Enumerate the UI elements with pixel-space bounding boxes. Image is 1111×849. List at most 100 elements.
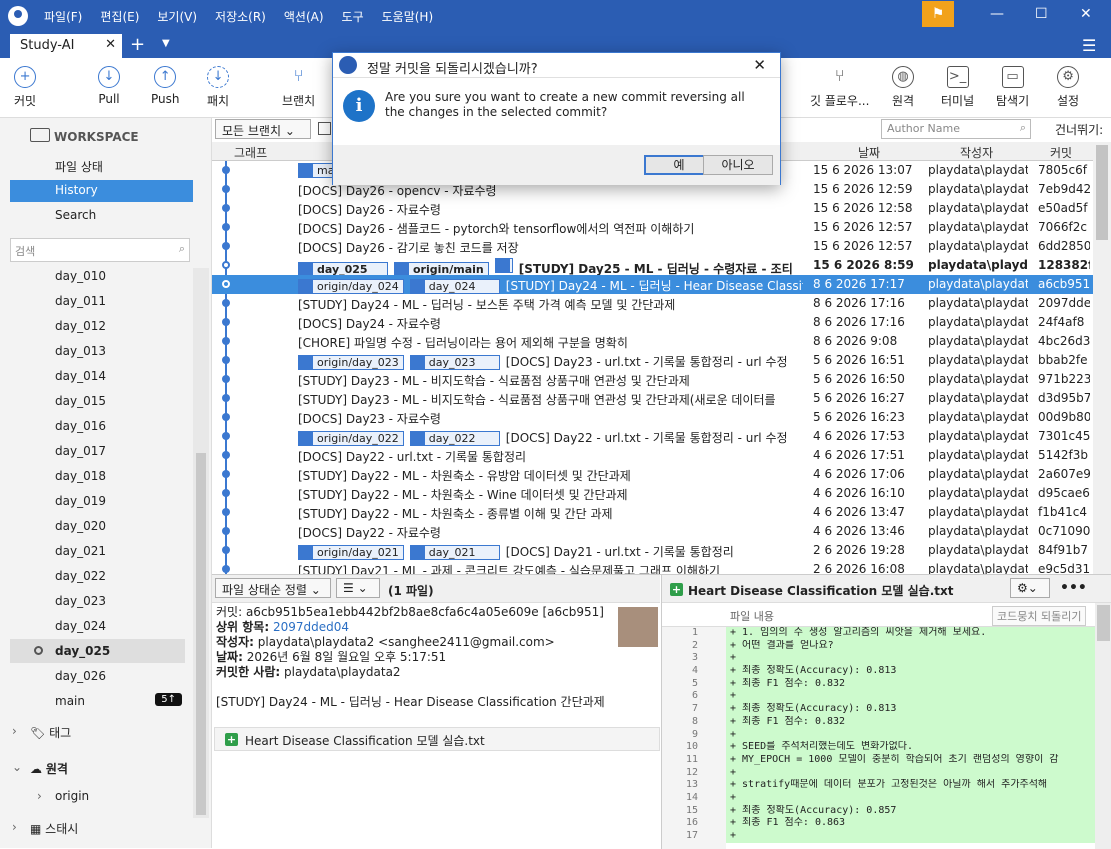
changed-file-row[interactable]: + Heart Disease Classification 모델 실습.txt xyxy=(214,727,660,751)
branch-tag[interactable]: origin/day_024 xyxy=(298,279,404,294)
patch-button[interactable]: ↓ 패치 xyxy=(207,66,229,109)
menu-repository[interactable]: 저장소(R) xyxy=(215,8,266,25)
new-tab-icon[interactable]: + xyxy=(130,34,145,55)
minimize-button[interactable]: — xyxy=(990,6,1004,22)
commit-row[interactable]: [DOCS] Day22 - url.txt - 기록물 통합정리 4 6 202… xyxy=(212,446,1093,465)
sidebar-search-input[interactable]: 검색 ⌕ xyxy=(10,238,190,262)
branch-item[interactable]: day_017 xyxy=(10,439,185,463)
tab-study-ai[interactable]: Study-AI ✕ xyxy=(10,34,122,58)
commit-row[interactable]: [DOCS] Day23 - 자료수령 5 6 2026 16:23 playdat… xyxy=(212,408,1093,427)
commit-row[interactable]: [STUDY] Day22 - ML - 차원축소 - 종류별 이해 및 간단 … xyxy=(212,503,1093,522)
branch-item[interactable]: day_025 xyxy=(10,639,185,663)
menu-edit[interactable]: 편집(E) xyxy=(100,8,139,25)
branch-tag[interactable]: day_021 xyxy=(409,545,500,560)
branch-tag[interactable] xyxy=(494,258,513,273)
branch-item[interactable]: day_013 xyxy=(10,339,185,363)
sort-select[interactable]: 파일 상태순 정렬 ⌄ xyxy=(215,578,331,598)
commit-row[interactable]: [STUDY] Day23 - ML - 비지도학습 - 식료품점 상품구매 연… xyxy=(212,370,1093,389)
commit-row[interactable]: [STUDY] Day24 - ML - 딥러닝 - 보스톤 주택 가격 예측 … xyxy=(212,294,1093,313)
branch-item[interactable]: day_023 xyxy=(10,589,185,613)
diff-options-button[interactable]: ⚙⌄ xyxy=(1010,578,1050,598)
close-window-button[interactable]: ✕ xyxy=(1080,6,1092,22)
column-graph[interactable]: 그래프 xyxy=(234,144,267,161)
sidebar-item-file-status[interactable]: 파일 상태 xyxy=(10,155,193,177)
branch-item[interactable]: day_021 xyxy=(10,539,185,563)
settings-button[interactable]: ⚙ 설정 xyxy=(1057,66,1079,109)
author-name-input[interactable]: Author Name ⌕ xyxy=(881,119,1031,139)
remote-origin[interactable]: › origin xyxy=(37,789,89,803)
branch-item[interactable]: day_026 xyxy=(10,664,185,688)
commit-row[interactable]: [STUDY] Day22 - ML - 차원축소 - 유방암 데이터셋 및 간… xyxy=(212,465,1093,484)
branch-tag[interactable]: day_024 xyxy=(409,279,500,294)
flag-icon[interactable]: ⚑ xyxy=(922,1,954,27)
more-options-icon[interactable]: ••• xyxy=(1060,580,1087,596)
commit-row[interactable]: [CHORE] 파일명 수정 - 딥러닝이라는 용어 제외해 구분을 명확히 8 … xyxy=(212,332,1093,351)
sidebar-item-history[interactable]: History xyxy=(10,180,193,202)
explorer-button[interactable]: ▭ 탐색기 xyxy=(996,66,1029,109)
commit-row[interactable]: [STUDY] Day21 - ML - 과제 - 콘크리트 강도예측 - 실습… xyxy=(212,560,1093,574)
menu-tools[interactable]: 도구 xyxy=(342,8,364,25)
discard-hunk-button[interactable]: 코드뭉치 되돌리기 xyxy=(992,606,1087,626)
chevron-down-icon[interactable]: ▼ xyxy=(162,38,170,49)
branch-item[interactable]: day_022 xyxy=(10,564,185,588)
commit-row[interactable]: [DOCS] Day22 - 자료수령 4 6 2026 13:46 playdat… xyxy=(212,522,1093,541)
branch-tag[interactable]: day_022 xyxy=(409,431,500,446)
branch-item[interactable]: day_015 xyxy=(10,389,185,413)
remote-button[interactable]: ◍ 원격 xyxy=(892,66,914,109)
commit-row[interactable]: [DOCS] Day26 - 샘플코드 - pytorch와 tensorflo… xyxy=(212,218,1093,237)
column-author[interactable]: 작성자 xyxy=(960,144,993,161)
commit-row[interactable]: [STUDY] Day23 - ML - 비지도학습 - 식료품점 상품구매 연… xyxy=(212,389,1093,408)
commit-row[interactable]: day_025 origin/main [STUDY] Day25 - ML - 딥… xyxy=(212,256,1093,277)
parent-link[interactable]: 2097dded04 xyxy=(273,620,349,634)
commit-row[interactable]: [DOCS] Day24 - 자료수령 8 6 2026 17:16 playdat… xyxy=(212,313,1093,332)
branch-tag[interactable]: origin/day_021 xyxy=(298,545,404,560)
diff-scroll-thumb[interactable] xyxy=(1097,605,1110,641)
branch-tag[interactable]: origin/day_022 xyxy=(298,431,404,446)
commit-row[interactable]: origin/day_024 day_024 [STUDY] Day24 - ML … xyxy=(212,275,1093,294)
menu-help[interactable]: 도움말(H) xyxy=(382,8,434,25)
commit-button[interactable]: + 커밋 xyxy=(14,66,36,109)
branch-item[interactable]: day_011 xyxy=(10,289,185,313)
commit-row[interactable]: [DOCS] Day26 - 감기로 놓친 코드를 저장 15 6 2026 12… xyxy=(212,237,1093,256)
commit-row[interactable]: origin/day_023 day_023 [DOCS] Day23 - url.… xyxy=(212,351,1093,370)
menu-file[interactable]: 파일(F) xyxy=(44,8,82,25)
branch-item[interactable]: day_018 xyxy=(10,464,185,488)
hamburger-menu-icon[interactable]: ☰ xyxy=(1082,36,1096,55)
branch-item[interactable]: main 5↑ xyxy=(10,689,185,713)
column-commit[interactable]: 커밋 xyxy=(1050,144,1072,161)
no-button[interactable]: 아니오 xyxy=(703,155,773,175)
terminal-button[interactable]: >_ 터미널 xyxy=(941,66,974,109)
branch-item[interactable]: day_012 xyxy=(10,314,185,338)
branch-item[interactable]: day_016 xyxy=(10,414,185,438)
column-date[interactable]: 날짜 xyxy=(858,144,880,161)
maximize-button[interactable]: ☐ xyxy=(1035,6,1048,22)
commit-row[interactable]: origin/day_021 day_021 [DOCS] Day21 - url.… xyxy=(212,541,1093,560)
remotes-section[interactable]: ⌄ ☁ 원격 xyxy=(12,760,68,777)
sidebar-item-search[interactable]: Search xyxy=(10,205,193,227)
branch-item[interactable]: day_020 xyxy=(10,514,185,538)
view-mode-select[interactable]: ☰ ⌄ xyxy=(336,578,380,598)
sidebar-scroll-thumb[interactable] xyxy=(196,453,206,815)
commit-row[interactable]: origin/day_022 day_022 [DOCS] Day22 - url.… xyxy=(212,427,1093,446)
commit-row[interactable]: [DOCS] Day26 - 자료수령 15 6 2026 12:58 playda… xyxy=(212,199,1093,218)
close-tab-icon[interactable]: ✕ xyxy=(105,37,116,52)
stash-section[interactable]: › ▦ 스태시 xyxy=(12,820,78,837)
branch-button[interactable]: ⑂ 브랜치 xyxy=(282,66,315,109)
menu-actions[interactable]: 액션(A) xyxy=(284,8,324,25)
git-flow-button[interactable]: ⑂ 깃 플로우... xyxy=(810,66,869,109)
branch-item[interactable]: day_014 xyxy=(10,364,185,388)
close-icon[interactable]: ✕ xyxy=(753,56,766,74)
branch-tag[interactable]: origin/day_023 xyxy=(298,355,404,370)
tags-section[interactable]: › 🏷 태그 xyxy=(12,724,71,741)
branch-item[interactable]: day_010 xyxy=(10,264,185,288)
branch-filter-select[interactable]: 모든 브랜치 ⌄ xyxy=(215,119,311,139)
branch-item[interactable]: day_019 xyxy=(10,489,185,513)
branch-tag[interactable]: day_023 xyxy=(409,355,500,370)
grid-scroll-thumb[interactable] xyxy=(1096,145,1108,240)
branch-item[interactable]: day_024 xyxy=(10,614,185,638)
menu-view[interactable]: 보기(V) xyxy=(157,8,197,25)
pull-button[interactable]: ↓ Pull xyxy=(98,66,120,106)
push-button[interactable]: ↑ Push xyxy=(151,66,180,106)
checkbox[interactable] xyxy=(318,122,331,135)
commit-row[interactable]: [STUDY] Day22 - ML - 차원축소 - Wine 데이터셋 및 … xyxy=(212,484,1093,503)
